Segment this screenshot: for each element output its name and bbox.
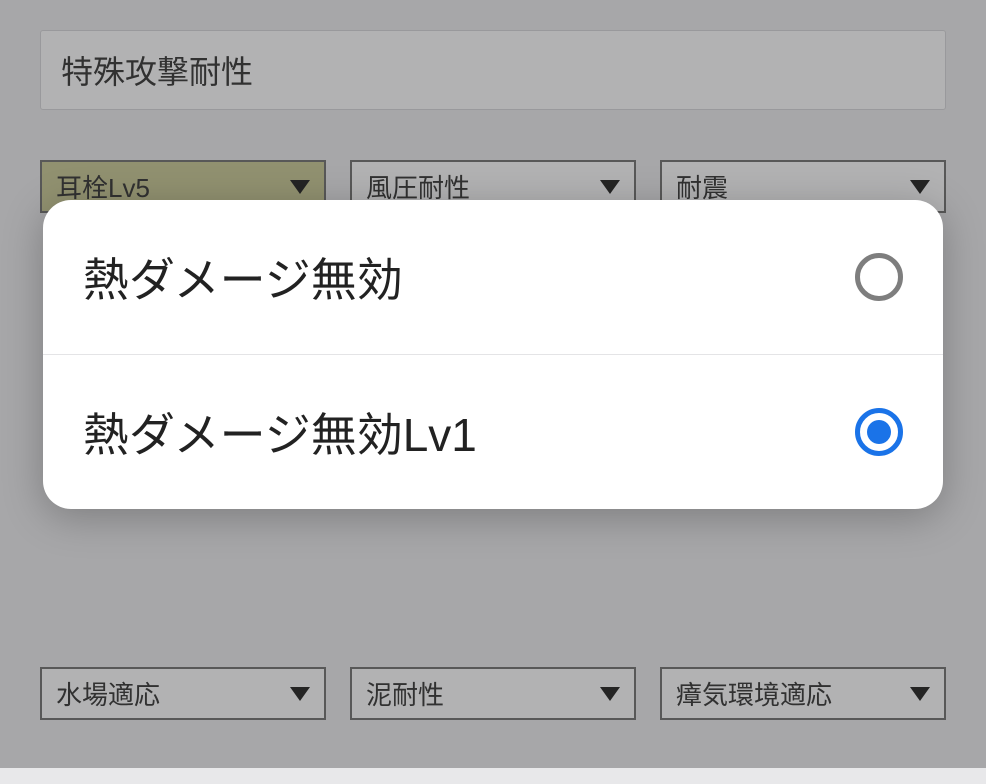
modal-option-heat-damage-null-lv1[interactable]: 熱ダメージ無効Lv1 bbox=[43, 354, 943, 509]
modal-option-label: 熱ダメージ無効 bbox=[83, 244, 403, 310]
radio-checked-icon bbox=[855, 408, 903, 456]
modal-option-label: 熱ダメージ無効Lv1 bbox=[83, 399, 477, 465]
radio-unchecked-icon bbox=[855, 253, 903, 301]
selection-modal: 熱ダメージ無効 熱ダメージ無効Lv1 bbox=[43, 200, 943, 509]
modal-option-heat-damage-null[interactable]: 熱ダメージ無効 bbox=[43, 200, 943, 354]
